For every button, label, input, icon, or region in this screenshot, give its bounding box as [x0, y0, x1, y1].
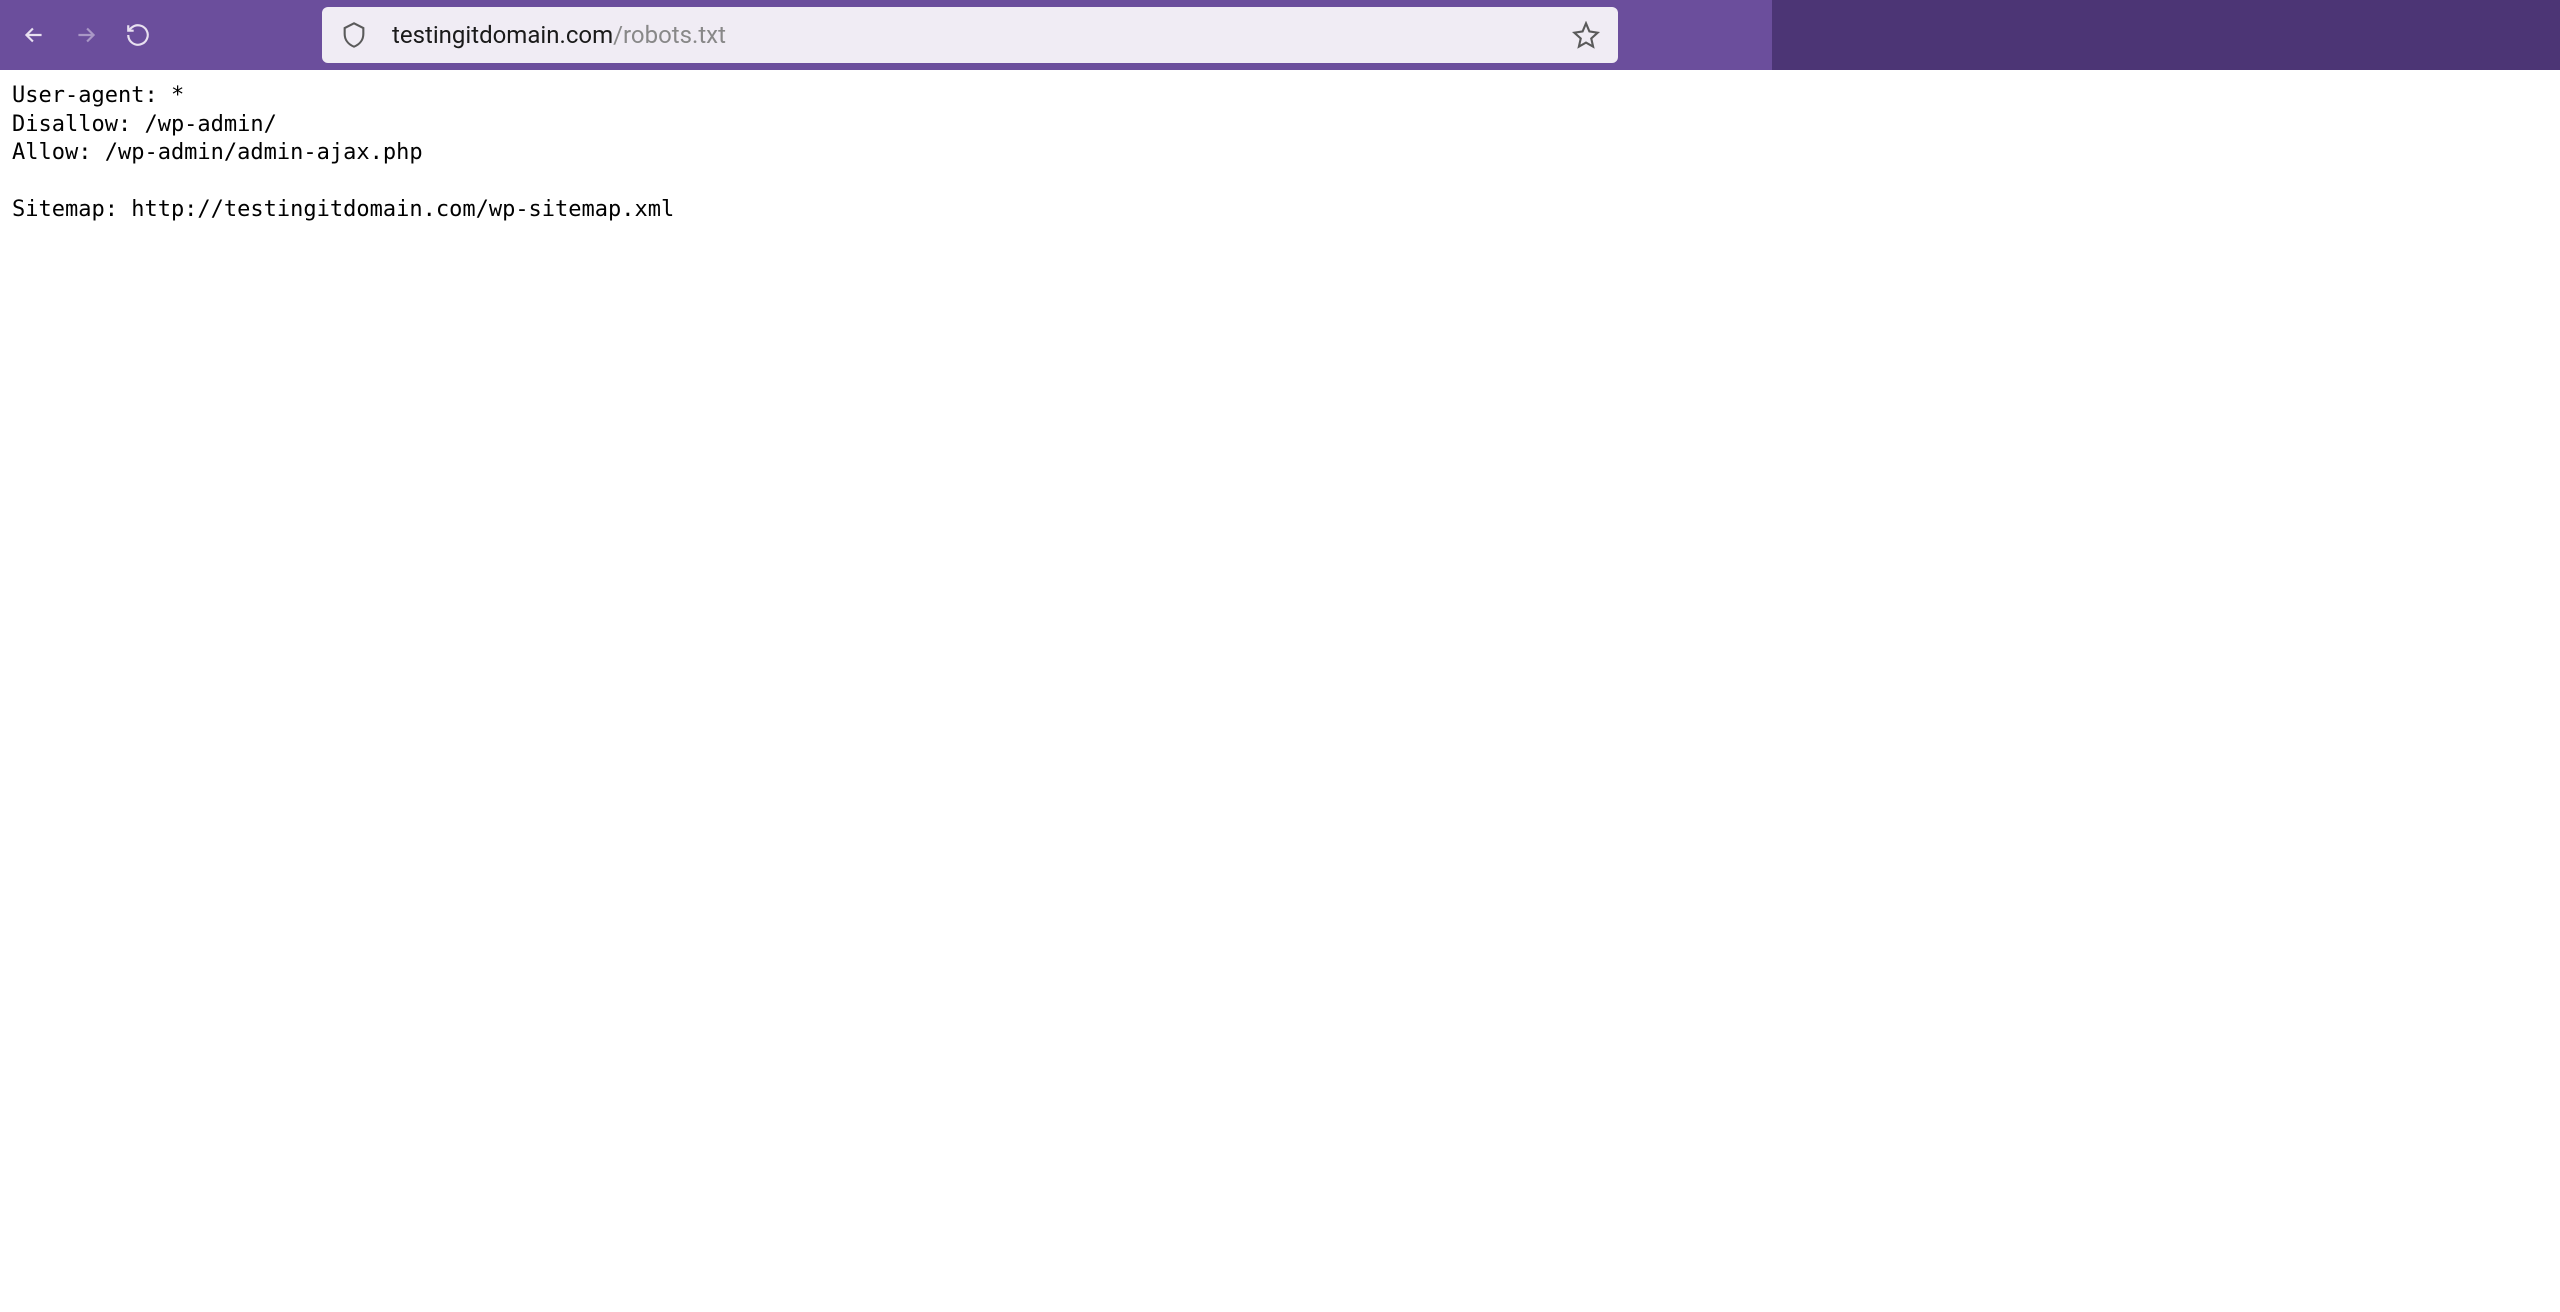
nav-buttons — [20, 21, 152, 49]
page-content: User-agent: * Disallow: /wp-admin/ Allow… — [0, 70, 2560, 237]
star-icon — [1572, 21, 1600, 49]
browser-toolbar: testingitdomain.com/robots.txt — [0, 0, 2560, 70]
reload-button[interactable] — [124, 21, 152, 49]
robots-line-1: User-agent: * — [12, 83, 184, 108]
robots-line-3: Allow: /wp-admin/admin-ajax.php — [12, 140, 423, 165]
arrow-left-icon — [21, 22, 47, 48]
url-path: /robots.txt — [613, 21, 726, 49]
arrow-right-icon — [73, 22, 99, 48]
url-domain: testingitdomain.com — [392, 21, 613, 49]
back-button[interactable] — [20, 21, 48, 49]
robots-line-5: Sitemap: http://testingitdomain.com/wp-s… — [12, 197, 674, 222]
address-bar[interactable]: testingitdomain.com/robots.txt — [322, 7, 1618, 63]
url-text[interactable]: testingitdomain.com/robots.txt — [392, 21, 1548, 49]
forward-button[interactable] — [72, 21, 100, 49]
shield-icon[interactable] — [340, 21, 368, 49]
bookmark-button[interactable] — [1572, 21, 1600, 49]
reload-icon — [125, 22, 151, 48]
robots-txt-content: User-agent: * Disallow: /wp-admin/ Allow… — [12, 82, 2548, 225]
toolbar-right-section — [1772, 0, 2560, 70]
robots-line-2: Disallow: /wp-admin/ — [12, 112, 277, 137]
